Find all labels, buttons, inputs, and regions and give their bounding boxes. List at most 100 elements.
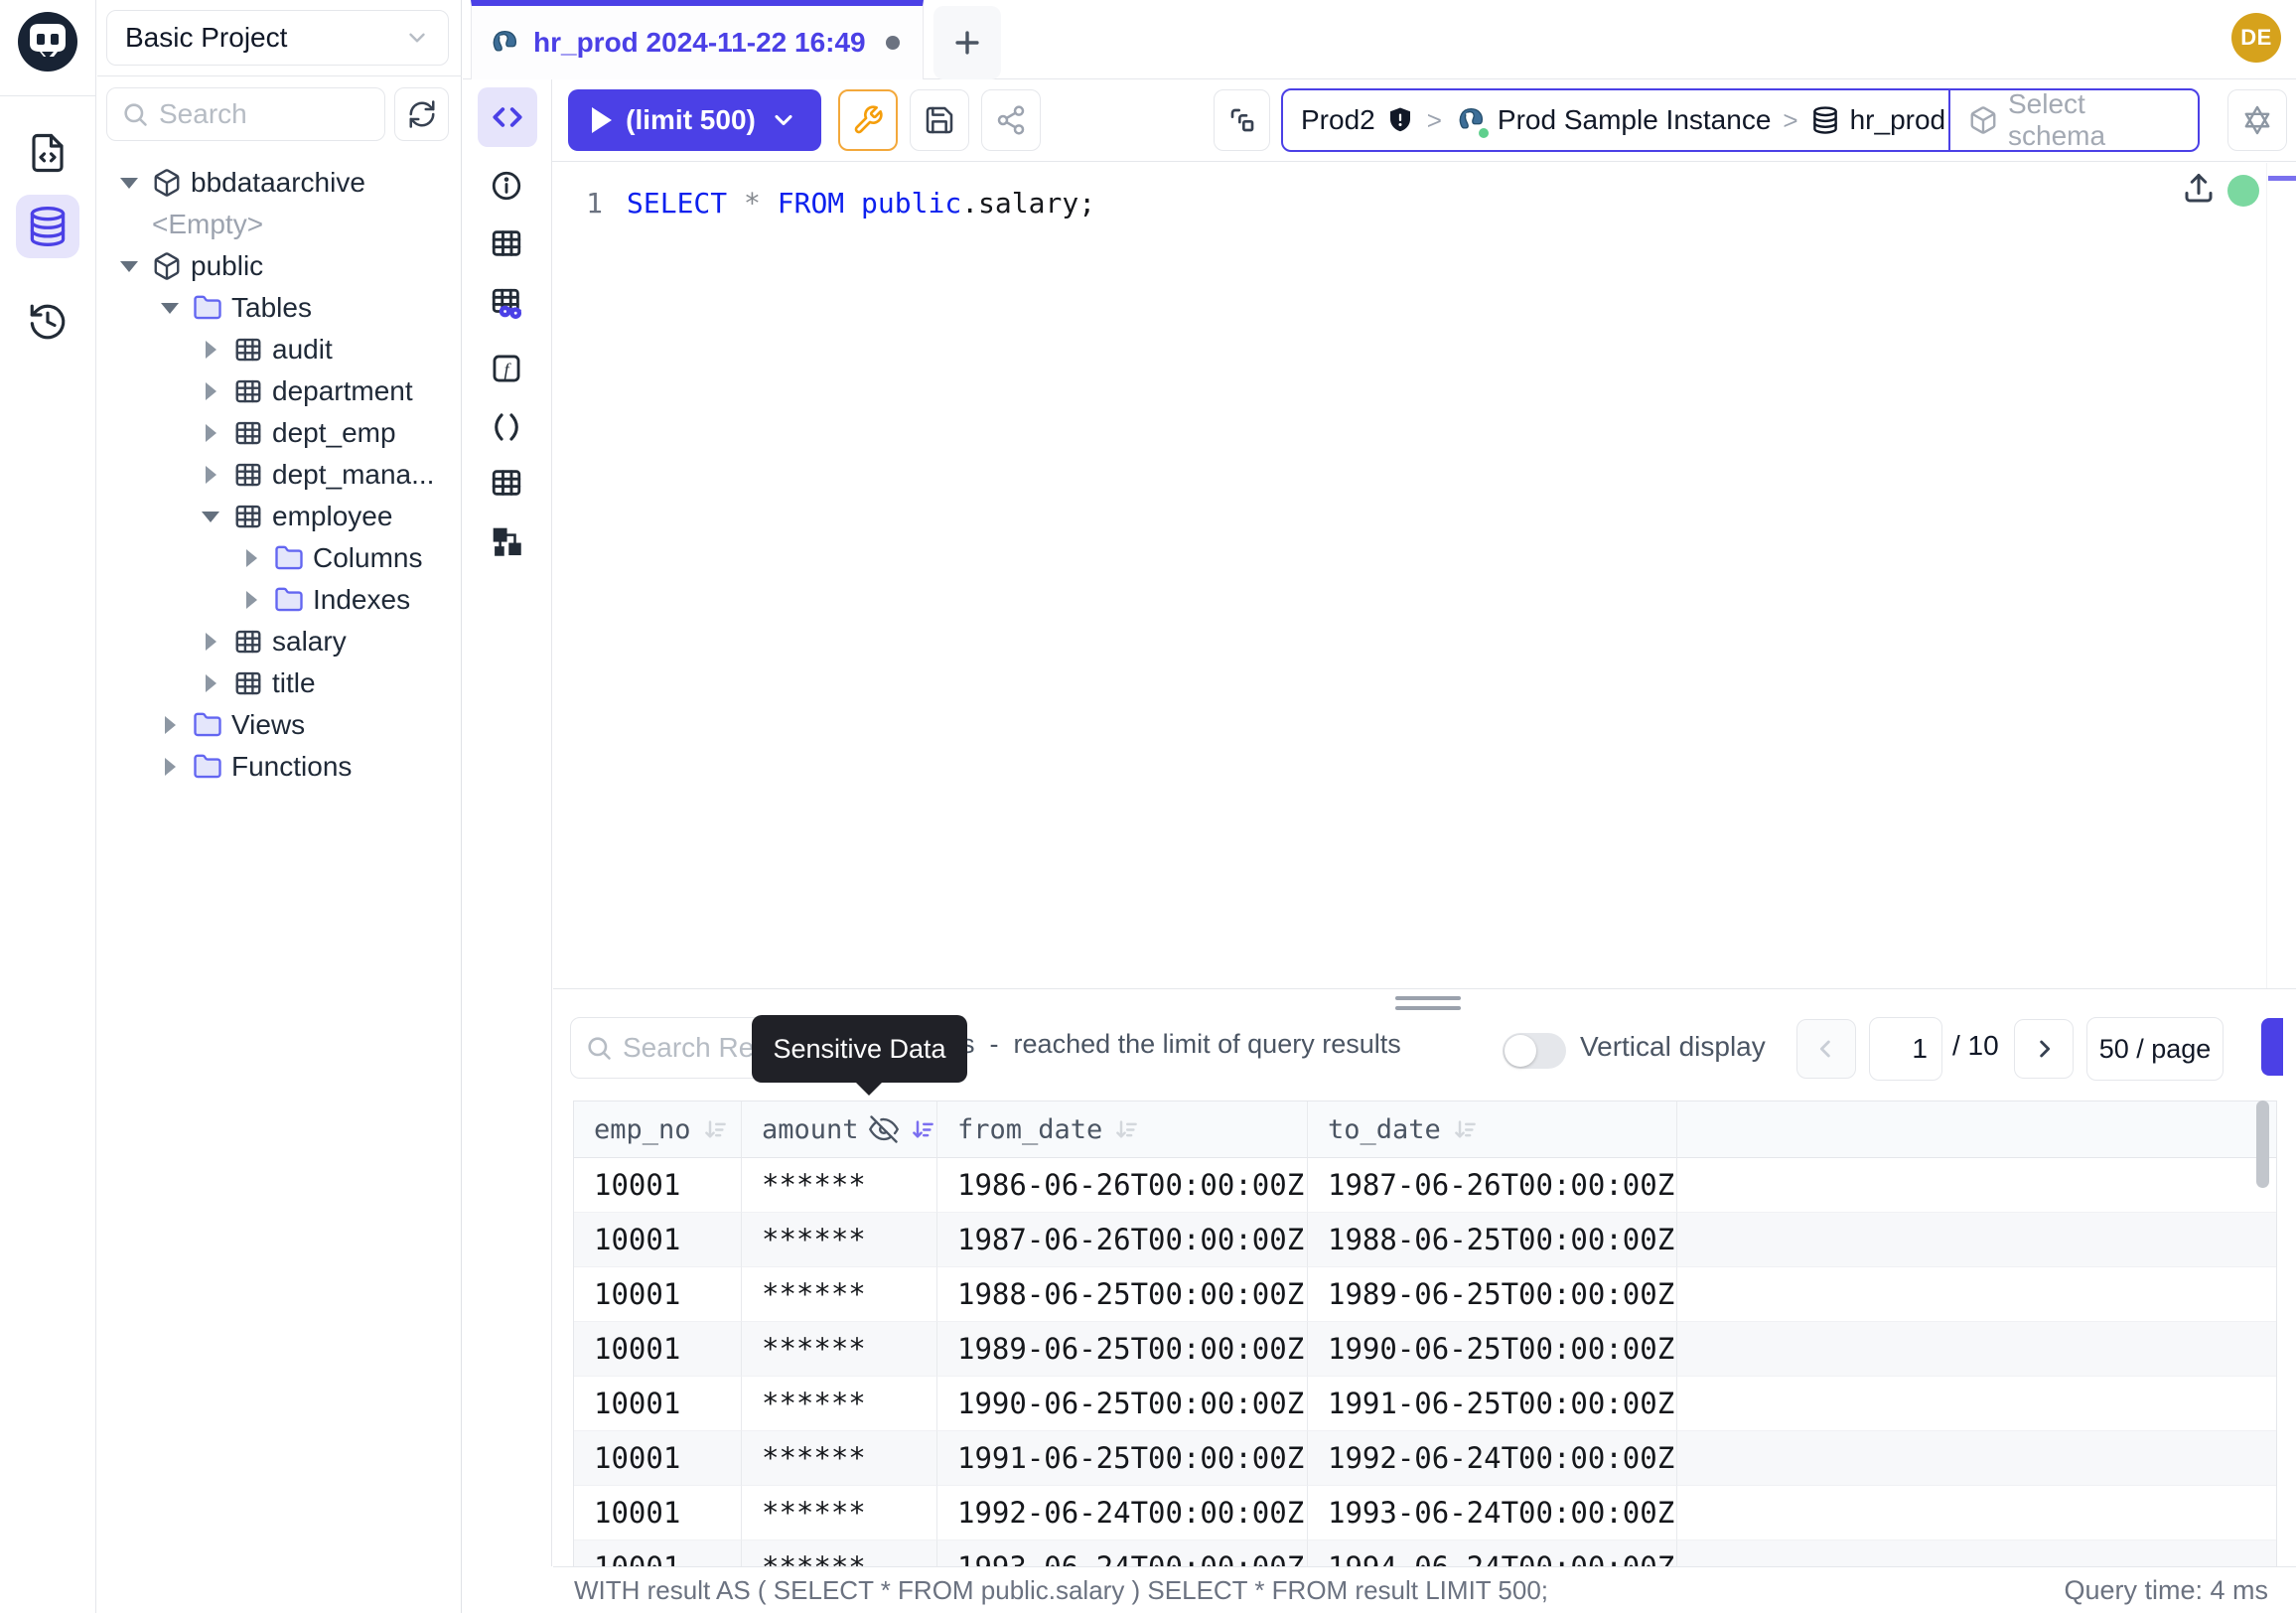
caret-right-icon[interactable] (201, 424, 220, 442)
column-header-amount[interactable]: amount (742, 1101, 937, 1158)
select-schema-button[interactable]: Select schema (1950, 90, 2198, 150)
tree-item-dept-emp[interactable]: dept_emp (97, 412, 462, 454)
bytebase-logo-icon[interactable] (16, 10, 79, 73)
table-cell[interactable]: 10001 (574, 1540, 742, 1566)
table-row[interactable]: 10001******1989-06-25T00:00:00Z1990-06-2… (574, 1322, 2276, 1377)
export-button-partial[interactable] (2261, 1018, 2283, 1076)
table-row[interactable]: 10001******1986-06-26T00:00:00Z1987-06-2… (574, 1158, 2276, 1213)
table-row[interactable]: 10001******1992-06-24T00:00:00Z1993-06-2… (574, 1486, 2276, 1540)
caret-right-icon[interactable] (201, 674, 220, 692)
table-row[interactable]: 10001******1988-06-25T00:00:00Z1989-06-2… (574, 1267, 2276, 1322)
caret-right-icon[interactable] (201, 466, 220, 484)
table-cell[interactable]: ****** (742, 1431, 937, 1486)
table-cell[interactable]: 10001 (574, 1213, 742, 1267)
parentheses-icon[interactable] (490, 410, 523, 444)
sort-icon[interactable] (1451, 1116, 1478, 1143)
project-select[interactable]: Basic Project (106, 10, 449, 66)
masked-table-icon[interactable] (490, 286, 523, 320)
schema-search-input[interactable] (159, 98, 370, 130)
database-icon[interactable] (16, 195, 79, 258)
table-cell[interactable]: 1988-06-25T00:00:00Z (1308, 1213, 1677, 1267)
column-header-to_date[interactable]: to_date (1308, 1101, 1677, 1158)
caret-down-icon[interactable] (160, 303, 180, 314)
tree-item-tables[interactable]: Tables (97, 287, 462, 329)
save-button[interactable] (910, 89, 969, 151)
table-cell[interactable]: 10001 (574, 1322, 742, 1377)
table-cell[interactable]: 10001 (574, 1377, 742, 1431)
upload-icon[interactable] (2181, 171, 2217, 207)
openai-assistant-button[interactable] (2227, 89, 2287, 151)
sql-editor[interactable]: 1 SELECT * FROM public.salary; (553, 163, 2296, 988)
table-cell[interactable]: 1989-06-25T00:00:00Z (937, 1322, 1308, 1377)
eye-off-icon[interactable] (869, 1114, 899, 1144)
code-panel-icon[interactable] (478, 87, 537, 147)
column-header-from_date[interactable]: from_date (937, 1101, 1308, 1158)
table-cell[interactable]: ****** (742, 1158, 937, 1213)
tree-item-department[interactable]: department (97, 370, 462, 412)
tree-item-bbdataarchive[interactable]: bbdataarchive (97, 162, 462, 204)
table-cell[interactable]: 1991-06-25T00:00:00Z (937, 1431, 1308, 1486)
table-cell[interactable]: ****** (742, 1213, 937, 1267)
schema-diagram-icon[interactable] (490, 524, 523, 558)
page-number-input[interactable] (1869, 1017, 1942, 1081)
splitter-grip[interactable] (1395, 1006, 1461, 1010)
table-cell[interactable]: 1986-06-26T00:00:00Z (937, 1158, 1308, 1213)
add-tab-button[interactable] (933, 6, 1001, 79)
caret-right-icon[interactable] (201, 382, 220, 400)
page-size-select[interactable]: 50 / page (2086, 1017, 2224, 1081)
tab-hr-prod[interactable]: hr_prod 2024-11-22 16:49 (471, 0, 924, 79)
caret-down-icon[interactable] (119, 178, 139, 189)
tree-item-columns[interactable]: Columns (97, 537, 462, 579)
info-icon[interactable] (490, 169, 523, 203)
table-cell[interactable]: 1990-06-25T00:00:00Z (1308, 1322, 1677, 1377)
worksheet-icon[interactable] (16, 121, 79, 185)
avatar[interactable]: DE (2231, 13, 2281, 63)
caret-right-icon[interactable] (201, 341, 220, 359)
prev-page-button[interactable] (1796, 1019, 1856, 1079)
table-cell[interactable]: 1987-06-26T00:00:00Z (1308, 1158, 1677, 1213)
schema-search[interactable] (106, 87, 385, 141)
caret-right-icon[interactable] (201, 633, 220, 651)
table-cell[interactable]: 10001 (574, 1486, 742, 1540)
table-cell[interactable]: 1989-06-25T00:00:00Z (1308, 1267, 1677, 1322)
sort-icon[interactable] (701, 1116, 728, 1143)
table-row[interactable]: 10001******1993-06-24T00:00:00Z1994-06-2… (574, 1540, 2276, 1566)
table-cell[interactable]: ****** (742, 1486, 937, 1540)
tree-item-views[interactable]: Views (97, 704, 462, 746)
tree-item-salary[interactable]: salary (97, 621, 462, 662)
tree-item-dept-mana-[interactable]: dept_mana... (97, 454, 462, 496)
column-header-emp_no[interactable]: emp_no (574, 1101, 742, 1158)
sort-icon[interactable] (909, 1116, 935, 1143)
connection-scope[interactable]: Prod2 > Prod Sample Instance > hr_prod (1283, 90, 1950, 150)
run-query-button[interactable]: (limit 500) (568, 89, 821, 151)
next-page-button[interactable] (2014, 1019, 2074, 1079)
table-cell[interactable]: ****** (742, 1322, 937, 1377)
caret-right-icon[interactable] (160, 758, 180, 776)
refresh-button[interactable] (394, 87, 449, 141)
batch-connection-icon[interactable] (1214, 89, 1270, 151)
panel-splitter[interactable] (553, 988, 2296, 989)
table-row[interactable]: 10001******1991-06-25T00:00:00Z1992-06-2… (574, 1431, 2276, 1486)
table-cell[interactable]: 1993-06-24T00:00:00Z (1308, 1486, 1677, 1540)
table-cell[interactable]: ****** (742, 1540, 937, 1566)
history-icon[interactable] (16, 290, 79, 354)
table-cell[interactable]: 1994-06-24T00:00:00Z (1308, 1540, 1677, 1566)
table-row[interactable]: 10001******1987-06-26T00:00:00Z1988-06-2… (574, 1213, 2276, 1267)
table-cell[interactable]: 1992-06-24T00:00:00Z (1308, 1431, 1677, 1486)
table-cell[interactable]: ****** (742, 1377, 937, 1431)
table-cell[interactable]: 10001 (574, 1267, 742, 1322)
results-scrollbar-thumb[interactable] (2256, 1100, 2269, 1188)
function-icon[interactable]: f (490, 352, 523, 385)
table-icon[interactable] (490, 226, 523, 260)
table-cell[interactable]: 10001 (574, 1158, 742, 1213)
table-cell[interactable]: 10001 (574, 1431, 742, 1486)
table-cell[interactable]: ****** (742, 1267, 937, 1322)
table-icon[interactable] (490, 466, 523, 500)
table-row[interactable]: 10001******1990-06-25T00:00:00Z1991-06-2… (574, 1377, 2276, 1431)
table-cell[interactable]: 1991-06-25T00:00:00Z (1308, 1377, 1677, 1431)
table-cell[interactable]: 1993-06-24T00:00:00Z (937, 1540, 1308, 1566)
tree-item-indexes[interactable]: Indexes (97, 579, 462, 621)
tree-item-public[interactable]: public (97, 245, 462, 287)
caret-down-icon[interactable] (201, 512, 220, 522)
share-button[interactable] (981, 89, 1041, 151)
